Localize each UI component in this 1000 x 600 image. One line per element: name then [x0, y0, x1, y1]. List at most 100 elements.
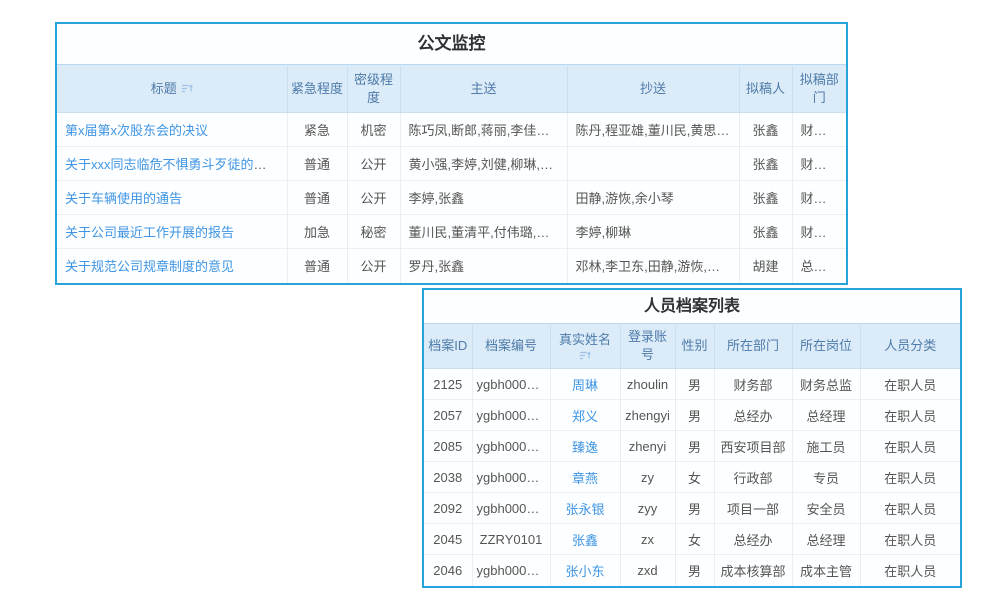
cell-position: 施工员 [792, 431, 860, 462]
cell-department: 总经办 [714, 400, 792, 431]
cell-title: 关于xxx同志临危不惧勇斗歹徒的通报 [57, 147, 287, 181]
cell-archive-id: 2038 [424, 462, 472, 493]
table-row: 关于xxx同志临危不惧勇斗歹徒的通报普通公开黄小强,李婷,刘健,柳琳,宋...张… [57, 147, 846, 181]
cell-department: 财务部 [714, 369, 792, 400]
cell-cc: 李婷,柳琳 [567, 215, 739, 249]
column-header-real-name[interactable]: 真实姓名 [550, 324, 620, 369]
column-header-urgency: 紧急程度 [287, 65, 347, 113]
column-header-secrecy: 密级程度 [347, 65, 400, 113]
cell-secrecy: 公开 [347, 147, 400, 181]
real-name-link[interactable]: 张永银 [565, 502, 604, 517]
title-link[interactable]: 第x届第x次股东会的决议 [65, 123, 208, 138]
title-link[interactable]: 关于规范公司规章制度的意见 [65, 259, 234, 274]
cell-gender: 女 [675, 462, 714, 493]
cell-real-name: 张小东 [550, 555, 620, 586]
table-row: 2057ygbh000068郑义zhengyi男总经办总经理在职人员 [424, 400, 960, 431]
cell-login-account: zy [620, 462, 675, 493]
column-header-title[interactable]: 标题 [57, 65, 287, 113]
cell-position: 成本主管 [792, 555, 860, 586]
cell-gender: 男 [675, 555, 714, 586]
column-label: 拟稿人 [746, 81, 785, 96]
real-name-link[interactable]: 章燕 [572, 471, 598, 486]
cell-archive-no: ZZRY0101 [472, 524, 550, 555]
column-header-category: 人员分类 [860, 324, 960, 369]
column-label: 紧急程度 [291, 81, 343, 96]
real-name-link[interactable]: 郑义 [572, 409, 598, 424]
column-header-archive-id: 档案ID [424, 324, 472, 369]
cell-urgency: 加急 [287, 215, 347, 249]
cell-category: 在职人员 [860, 462, 960, 493]
cell-archive-id: 2046 [424, 555, 472, 586]
cell-real-name: 郑义 [550, 400, 620, 431]
cell-archive-no: ygbh000050 [472, 555, 550, 586]
cell-draft-dept: 财务部 [792, 215, 846, 249]
cell-position: 总经理 [792, 524, 860, 555]
cell-category: 在职人员 [860, 555, 960, 586]
cell-real-name: 章燕 [550, 462, 620, 493]
cell-title: 关于规范公司规章制度的意见 [57, 249, 287, 283]
cell-archive-no: ygbh000068 [472, 400, 550, 431]
title-link[interactable]: 关于车辆使用的通告 [65, 191, 182, 206]
column-label: 密级程度 [354, 72, 393, 105]
cell-cc: 邓林,李卫东,田静,游恢,余... [567, 249, 739, 283]
cell-urgency: 普通 [287, 181, 347, 215]
cell-department: 行政部 [714, 462, 792, 493]
real-name-link[interactable]: 张小东 [565, 564, 604, 579]
real-name-link[interactable]: 臻逸 [572, 440, 598, 455]
column-header-gender: 性别 [675, 324, 714, 369]
cell-archive-no: ygbh000111 [472, 431, 550, 462]
table-row: 关于车辆使用的通告普通公开李婷,张鑫田静,游恢,余小琴张鑫财务部 [57, 181, 846, 215]
cell-cc [567, 147, 739, 181]
cell-main-send: 陈巧凤,断郎,蒋丽,李佳怡,... [400, 113, 567, 147]
title-link[interactable]: 关于xxx同志临危不惧勇斗歹徒的通报 [65, 157, 280, 172]
column-label: 档案ID [428, 338, 467, 353]
cell-archive-no: ygbh000038 [472, 462, 550, 493]
cell-position: 财务总监 [792, 369, 860, 400]
cell-category: 在职人员 [860, 400, 960, 431]
cell-gender: 男 [675, 431, 714, 462]
column-header-main-send: 主送 [400, 65, 567, 113]
cell-login-account: zhengyi [620, 400, 675, 431]
cell-real-name: 张鑫 [550, 524, 620, 555]
cell-archive-id: 2057 [424, 400, 472, 431]
cell-drafter: 胡建 [739, 249, 792, 283]
table-row: 第x届第x次股东会的决议紧急机密陈巧凤,断郎,蒋丽,李佳怡,...陈丹,程亚雄,… [57, 113, 846, 147]
column-label: 标题 [151, 81, 177, 96]
doc-table-header-row: 标题紧急程度密级程度主送抄送拟稿人拟稿部门 [57, 65, 846, 113]
cell-department: 项目一部 [714, 493, 792, 524]
cell-gender: 男 [675, 369, 714, 400]
personnel-archive-panel: 人员档案列表 档案ID档案编号真实姓名登录账号性别所在部门所在岗位人员分类 21… [422, 288, 962, 588]
title-link[interactable]: 关于公司最近工作开展的报告 [65, 225, 234, 240]
doc-monitor-table: 标题紧急程度密级程度主送抄送拟稿人拟稿部门 第x届第x次股东会的决议紧急机密陈巧… [57, 64, 846, 283]
column-label: 人员分类 [884, 338, 936, 353]
cell-gender: 女 [675, 524, 714, 555]
real-name-link[interactable]: 张鑫 [572, 533, 598, 548]
cell-drafter: 张鑫 [739, 181, 792, 215]
column-header-archive-no: 档案编号 [472, 324, 550, 369]
cell-category: 在职人员 [860, 493, 960, 524]
cell-title: 关于公司最近工作开展的报告 [57, 215, 287, 249]
column-label: 所在岗位 [800, 338, 852, 353]
column-header-cc: 抄送 [567, 65, 739, 113]
personnel-archive-table: 档案ID档案编号真实姓名登录账号性别所在部门所在岗位人员分类 2125ygbh0… [424, 323, 960, 586]
table-row: 2045ZZRY0101张鑫zx女总经办总经理在职人员 [424, 524, 960, 555]
column-label: 主送 [470, 81, 496, 96]
cell-title: 关于车辆使用的通告 [57, 181, 287, 215]
column-label: 抄送 [640, 81, 666, 96]
personnel-archive-title: 人员档案列表 [424, 290, 960, 323]
cell-drafter: 张鑫 [739, 147, 792, 181]
column-label: 档案编号 [485, 338, 537, 353]
column-header-department: 所在部门 [714, 324, 792, 369]
column-label: 所在部门 [727, 338, 779, 353]
cell-secrecy: 机密 [347, 113, 400, 147]
cell-position: 总经理 [792, 400, 860, 431]
cell-urgency: 普通 [287, 147, 347, 181]
cell-title: 第x届第x次股东会的决议 [57, 113, 287, 147]
cell-archive-id: 2125 [424, 369, 472, 400]
sort-icon [579, 350, 591, 361]
cell-secrecy: 公开 [347, 181, 400, 215]
cell-login-account: zx [620, 524, 675, 555]
table-row: 2038ygbh000038章燕zy女行政部专员在职人员 [424, 462, 960, 493]
column-header-drafter: 拟稿人 [739, 65, 792, 113]
real-name-link[interactable]: 周琳 [572, 378, 598, 393]
